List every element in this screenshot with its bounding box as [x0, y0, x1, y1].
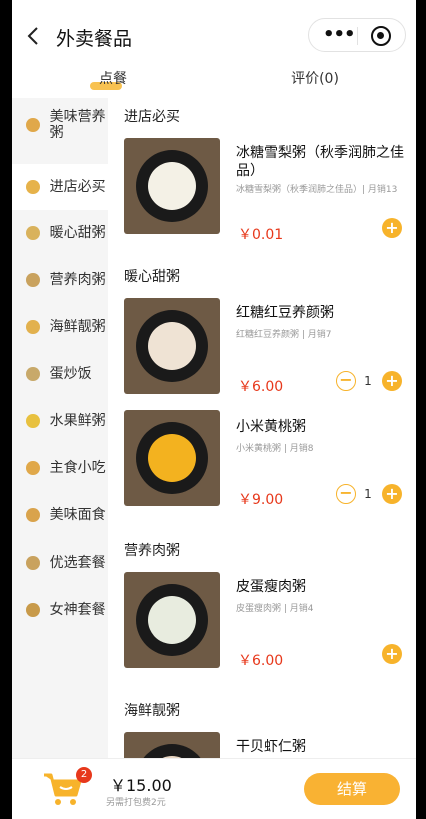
menu-list[interactable]: 进店必买 冰糖雪梨粥（秋季润肺之佳品） 冰糖雪梨粥（秋季润肺之佳品）| 月销13… [108, 98, 416, 758]
capsule-divider [357, 27, 358, 45]
more-menu-icon[interactable]: ••• [323, 25, 356, 45]
cart-total: ￥15.00 [110, 776, 172, 795]
item-name: 皮蛋瘦肉粥 [236, 579, 306, 595]
item-name: 红糖红豆养颜粥 [236, 305, 334, 321]
item-price: ￥9.00 [238, 492, 284, 508]
set-meal-icon [26, 556, 40, 570]
sidebar-item-noodles[interactable]: 美味面食 [12, 492, 108, 538]
add-button[interactable]: + [382, 484, 402, 504]
item-name: 干贝虾仁粥 [236, 739, 306, 755]
app-screen: 外卖餐品 ••• 点餐 评价(0) 美味营养粥 进店必买 暖心甜粥 营养肉粥 海… [12, 0, 416, 819]
food-fill [148, 434, 196, 482]
sidebar-item-label: 营养肉粥 [49, 272, 106, 288]
sidebar-item-nutritious-porridge[interactable]: 美味营养粥 [12, 100, 108, 150]
header: 外卖餐品 ••• [12, 0, 416, 70]
item-name: 小米黄桃粥 [236, 419, 306, 435]
sidebar-item-label: 女神套餐 [49, 602, 106, 618]
sidebar-item-label: 蛋炒饭 [49, 366, 92, 382]
rice-icon [26, 367, 40, 381]
sidebar-item-fruit-porridge[interactable]: 水果鲜粥 [12, 398, 108, 444]
item-desc: 小米黄桃粥 | 月销8 [236, 444, 314, 454]
sidebar-item-seafood-porridge[interactable]: 海鲜靓粥 [12, 304, 108, 350]
item-name: 冰糖雪梨粥（秋季润肺之佳品） [236, 145, 404, 179]
food-pot [136, 422, 208, 494]
food-image[interactable] [124, 732, 220, 758]
food-image[interactable] [124, 572, 220, 668]
item-price: ￥0.01 [238, 227, 284, 243]
cart-count-badge: 2 [76, 767, 92, 783]
food-image[interactable] [124, 410, 220, 506]
category-sidebar: 美味营养粥 进店必买 暖心甜粥 营养肉粥 海鲜靓粥 蛋炒饭 水果鲜粥 主食小吃 [12, 98, 108, 758]
back-icon[interactable] [24, 24, 44, 48]
food-fill [148, 162, 196, 210]
tab-order[interactable]: 点餐 [12, 68, 214, 90]
food-fill [148, 596, 196, 644]
sidebar-item-label: 水果鲜粥 [49, 413, 106, 429]
sidebar-item-set-meals[interactable]: 优选套餐 [12, 540, 108, 586]
food-pot [136, 744, 208, 758]
sidebar-item-must-buy[interactable]: 进店必买 [12, 164, 108, 210]
banana-icon [26, 414, 40, 428]
sidebar-item-label: 主食小吃 [49, 460, 106, 476]
decrease-button[interactable]: − [336, 484, 356, 504]
checkout-button[interactable]: 结算 [304, 773, 400, 805]
sidebar-item-label: 优选套餐 [49, 555, 106, 571]
decrease-button[interactable]: − [336, 371, 356, 391]
cart-bar: 2 ￥15.00 另需打包费2元 结算 [12, 758, 416, 819]
sidebar-item-label: 海鲜靓粥 [49, 319, 106, 335]
egg-icon [26, 226, 40, 240]
sidebar-item-label: 暖心甜粥 [49, 225, 106, 241]
drink-icon [26, 603, 40, 617]
sidebar-item-label: 美味营养粥 [49, 109, 106, 141]
add-button[interactable]: + [382, 644, 402, 664]
food-fill [148, 322, 196, 370]
section-title: 进店必买 [124, 109, 180, 125]
item-desc: 皮蛋瘦肉粥 | 月销4 [236, 604, 314, 614]
noodle-icon [26, 508, 40, 522]
quantity-value: 1 [364, 374, 372, 388]
sidebar-item-meat-porridge[interactable]: 营养肉粥 [12, 257, 108, 303]
food-pot [136, 310, 208, 382]
pot-icon [26, 273, 40, 287]
tab-reviews[interactable]: 评价(0) [214, 68, 416, 90]
sidebar-item-fried-rice[interactable]: 蛋炒饭 [12, 351, 108, 397]
item-price: ￥6.00 [238, 379, 284, 395]
sidebar-item-label: 进店必买 [49, 179, 106, 195]
page-title: 外卖餐品 [56, 28, 133, 50]
item-price: ￥6.00 [238, 653, 284, 669]
sidebar-item-sweet-porridge[interactable]: 暖心甜粥 [12, 210, 108, 256]
add-button[interactable]: + [382, 371, 402, 391]
close-mini-program-icon[interactable] [371, 26, 391, 46]
bowl-icon [26, 180, 40, 194]
item-desc: 冰糖雪梨粥（秋季润肺之佳品）| 月销13 [236, 185, 398, 195]
section-title: 营养肉粥 [124, 543, 180, 559]
sidebar-item-snacks[interactable]: 主食小吃 [12, 445, 108, 491]
quantity-value: 1 [364, 487, 372, 501]
tab-reviews-label: 评价(0) [291, 71, 339, 87]
packaging-fee-note: 另需打包费2元 [106, 798, 166, 808]
item-desc: 红糖红豆养颜粥 | 月销7 [236, 330, 332, 340]
food-pot [136, 150, 208, 222]
dumpling-icon [26, 118, 40, 132]
add-button[interactable]: + [382, 218, 402, 238]
food-image[interactable] [124, 138, 220, 234]
section-title: 海鲜靓粥 [124, 703, 180, 719]
shrimp-icon [26, 320, 40, 334]
food-pot [136, 584, 208, 656]
tab-order-label: 点餐 [99, 71, 127, 87]
food-image[interactable] [124, 298, 220, 394]
snack-icon [26, 461, 40, 475]
sidebar-item-label: 美味面食 [49, 507, 106, 523]
mini-program-capsule: ••• [308, 18, 406, 52]
section-title: 暖心甜粥 [124, 269, 180, 285]
sidebar-item-goddess-set[interactable]: 女神套餐 [12, 587, 108, 633]
tab-bar: 点餐 评价(0) [12, 68, 416, 98]
